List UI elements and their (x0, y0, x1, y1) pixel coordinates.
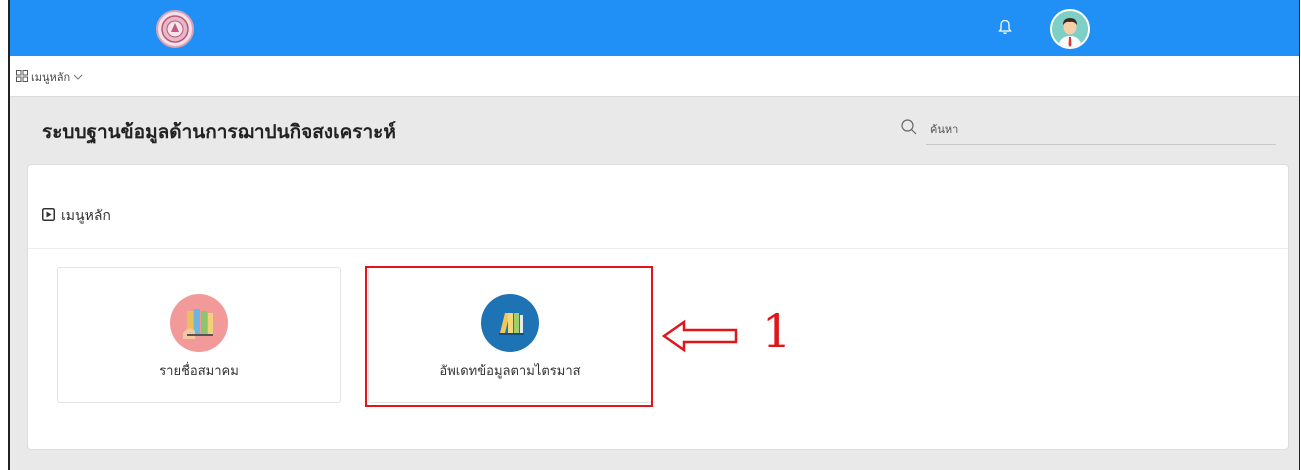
page-title: ระบบฐานข้อมูลด้านการฌาปนกิจสงเคราะห์ (42, 121, 396, 143)
app-frame: เมนูหลัก ระบบฐานข้อมูลด้านการฌาปนกิจสงเค… (8, 0, 1300, 470)
main-menu-panel: เมนูหลัก รายชื่อสมาคม อัพเดทข้อมูลตามไตร… (27, 164, 1289, 450)
bell-icon[interactable] (995, 16, 1015, 38)
folders-icon (170, 294, 228, 352)
panel-header: เมนูหลัก (28, 165, 1288, 249)
grid-icon (16, 69, 28, 85)
royal-seal-icon[interactable] (156, 10, 194, 48)
main-menu-label: เมนูหลัก (31, 71, 71, 84)
search-bar (900, 115, 1276, 147)
play-square-icon (42, 207, 55, 225)
card-association-list[interactable]: รายชื่อสมาคม (57, 267, 341, 403)
annotation-highlight-box (365, 266, 653, 407)
menu-bar: เมนูหลัก (10, 56, 1299, 97)
panel-title-label: เมนูหลัก (61, 208, 111, 224)
annotation-number: 1 (762, 304, 792, 358)
annotation-arrow-icon (661, 319, 738, 353)
search-icon[interactable] (900, 118, 918, 136)
top-bar (10, 0, 1299, 56)
chevron-down-icon (73, 71, 83, 84)
panel-title: เมนูหลัก (42, 205, 111, 227)
main-menu-toggle[interactable]: เมนูหลัก (16, 68, 83, 86)
card-label: รายชื่อสมาคม (159, 364, 239, 379)
search-input[interactable] (926, 115, 1276, 145)
user-avatar-icon[interactable] (1050, 9, 1090, 49)
